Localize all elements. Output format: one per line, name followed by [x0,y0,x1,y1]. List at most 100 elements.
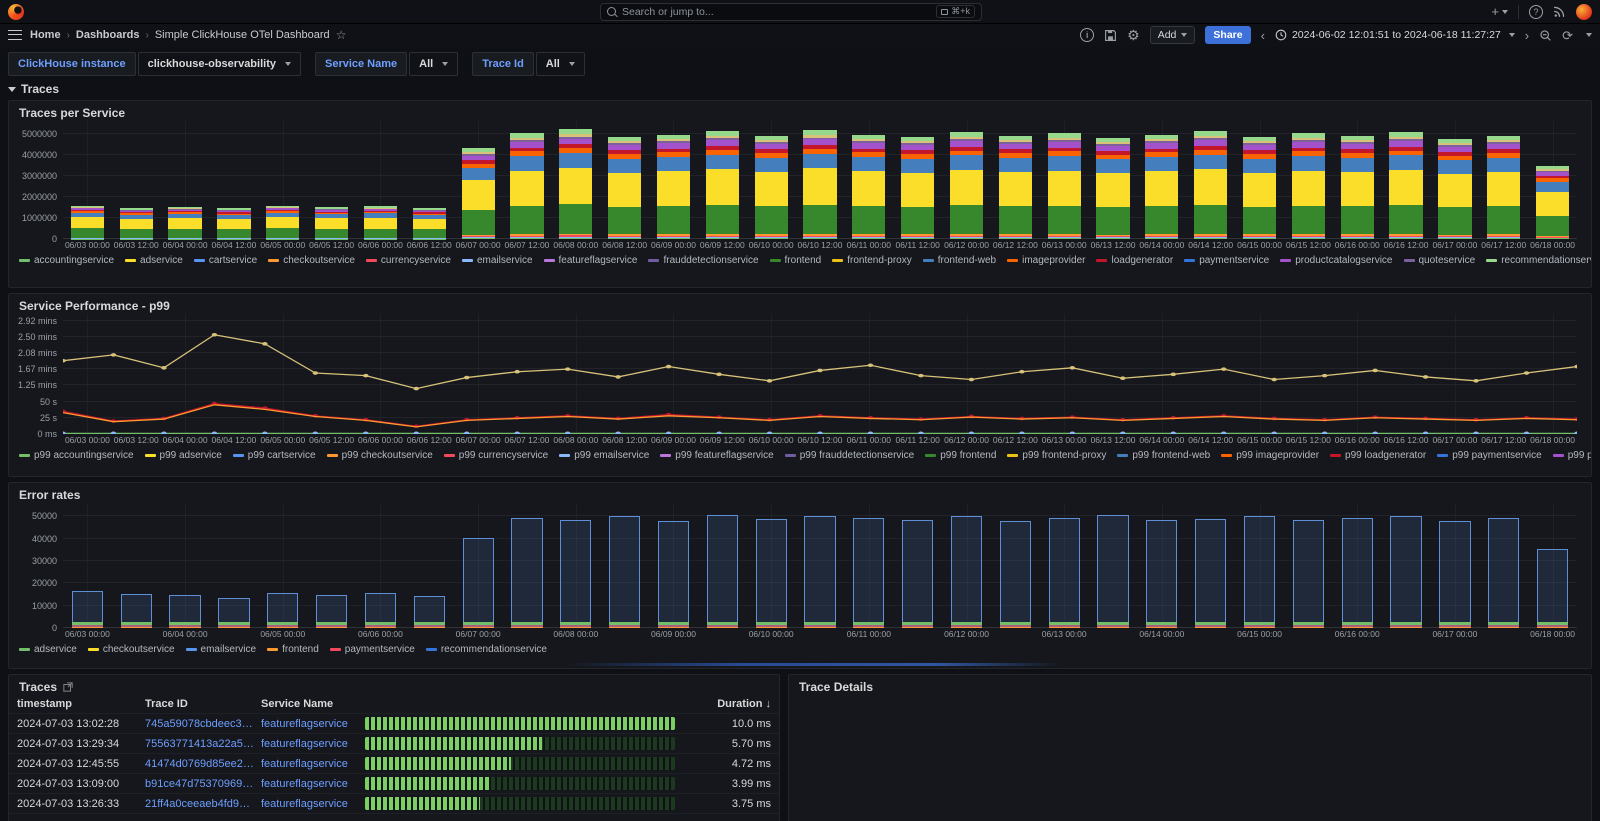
stacked-bar[interactable] [315,207,348,239]
refresh-icon[interactable]: ⟳ [1562,29,1573,42]
table-header-cell[interactable]: Trace ID [145,698,261,710]
error-bar[interactable] [316,595,347,628]
stacked-bar[interactable] [120,208,153,239]
settings-gear-icon[interactable]: ⚙ [1127,28,1140,42]
legend-item[interactable]: adservice [125,255,183,266]
stacked-bar[interactable] [657,134,690,239]
share-button[interactable]: Share [1205,26,1250,44]
stacked-bar[interactable] [950,132,983,239]
legend-item[interactable]: p99 imageprovider [1221,450,1319,461]
stacked-bar[interactable] [1292,133,1325,239]
stacked-bar[interactable] [413,208,446,239]
error-bar[interactable] [951,516,982,628]
favorite-star-icon[interactable]: ☆ [336,28,347,42]
service-name-link[interactable]: featureflagservice [261,738,365,750]
stacked-bar[interactable] [71,205,104,239]
table-row[interactable]: 2024-07-03 13:26:3321ff4a0ceeaeb4fd90af0… [9,794,779,814]
row-traces-toggle[interactable]: Traces [0,80,1600,100]
stacked-bar[interactable] [1487,135,1520,239]
help-icon[interactable]: ? [1529,5,1543,19]
legend-item[interactable]: emailservice [462,255,533,266]
grafana-logo[interactable] [8,4,24,20]
error-bar[interactable] [609,516,640,628]
trace-id-link[interactable]: 21ff4a0ceeaeb4fd90af0... [145,798,261,810]
panel-title[interactable]: Error rates [9,483,1591,503]
stacked-bar[interactable] [1536,165,1569,239]
legend-item[interactable]: adservice [19,644,77,655]
legend-item[interactable]: frontend-web [923,255,996,266]
legend-item[interactable]: checkoutservice [88,644,175,655]
legend-item[interactable]: p99 checkoutservice [327,450,433,461]
legend-item[interactable]: imageprovider [1007,255,1085,266]
error-bar[interactable] [902,520,933,628]
panel-link-icon[interactable] [63,682,73,692]
dashboard-insights-icon[interactable]: i [1080,28,1094,42]
error-bar[interactable] [1244,516,1275,628]
legend-item[interactable]: p99 paymentservice [1437,450,1542,461]
trace-id-link[interactable]: 745a59078cbdeec39b7... [145,718,261,730]
legend-item[interactable]: p99 frauddetectionservice [785,450,915,461]
error-bar[interactable] [1146,520,1177,628]
legend-item[interactable]: paymentservice [1184,255,1269,266]
legend-item[interactable]: productcatalogservice [1280,255,1392,266]
search-input[interactable]: Search or jump to... ⌘+k [600,3,982,21]
time-forward-icon[interactable]: › [1525,28,1529,43]
legend-item[interactable]: cartservice [194,255,257,266]
avatar[interactable] [1576,4,1592,20]
trace-id-link[interactable]: 41474d0769d85ee2828... [145,758,261,770]
breadcrumb-home[interactable]: Home [30,29,61,41]
breadcrumb-dashboards[interactable]: Dashboards [76,29,140,41]
stacked-bar[interactable] [608,136,641,239]
legend-item[interactable]: frauddetectionservice [648,255,758,266]
stacked-bar[interactable] [1438,138,1471,239]
table-row[interactable]: 2024-07-03 13:02:28745a59078cbdeec39b7..… [9,714,779,734]
error-bar[interactable] [1342,518,1373,628]
time-range-picker[interactable]: 2024-06-02 12:01:51 to 2024-06-18 11:27:… [1275,29,1515,41]
error-bar[interactable] [707,515,738,628]
table-row[interactable]: 2024-07-03 13:09:00b91ce47d753709695f1d.… [9,774,779,794]
legend-item[interactable]: p99 cartservice [233,450,316,461]
stacked-bar[interactable] [1096,137,1129,239]
variable-value-dropdown[interactable]: clickhouse-observability [138,52,301,76]
stacked-bar[interactable] [266,205,299,239]
error-bar[interactable] [804,516,835,628]
stacked-bar[interactable] [559,128,592,239]
news-icon[interactable] [1553,5,1566,18]
trace-id-link[interactable]: b91ce47d753709695f1d... [145,778,261,790]
legend-item[interactable]: quoteservice [1404,255,1476,266]
legend-item[interactable]: frontend-proxy [832,255,911,266]
service-name-link[interactable]: featureflagservice [261,798,365,810]
menu-icon[interactable] [8,30,22,40]
legend-item[interactable]: p99 adservice [145,450,222,461]
add-button[interactable]: Add [1150,26,1196,44]
table-header-cell[interactable]: Service Name [261,698,365,710]
stacked-bar[interactable] [217,208,250,239]
service-name-link[interactable]: featureflagservice [261,718,365,730]
panel-title[interactable]: Trace Details [789,675,1591,695]
stacked-bar[interactable] [901,136,934,239]
error-bar[interactable] [414,596,445,628]
table-row[interactable]: 2024-07-03 13:29:3475563771413a22a54618.… [9,734,779,754]
legend-item[interactable]: recommendationservice [426,644,547,655]
panel-title[interactable]: Traces per Service [9,101,1591,121]
stacked-bar[interactable] [364,206,397,239]
error-bar[interactable] [1537,549,1568,628]
error-bar[interactable] [1000,521,1031,628]
legend-item[interactable]: p99 accountingservice [19,450,134,461]
variable-value-dropdown[interactable]: All [409,52,458,76]
error-bar[interactable] [560,520,591,628]
legend-item[interactable]: p99 loadgenerator [1330,450,1426,461]
legend-item[interactable]: recommendationservice [1486,255,1591,266]
stacked-bar[interactable] [1145,134,1178,239]
save-icon[interactable] [1104,29,1117,42]
variable-value-dropdown[interactable]: All [536,52,585,76]
legend-item[interactable]: p99 productcatalogservice [1553,450,1591,461]
error-bar[interactable] [365,593,396,628]
error-bar[interactable] [1049,518,1080,628]
error-bar[interactable] [511,518,542,628]
table-row[interactable]: 2024-07-03 12:45:5541474d0769d85ee2828..… [9,754,779,774]
service-name-link[interactable]: featureflagservice [261,758,365,770]
legend-item[interactable]: frontend [267,644,319,655]
stacked-bar[interactable] [168,207,201,239]
time-back-icon[interactable]: ‹ [1261,28,1265,43]
